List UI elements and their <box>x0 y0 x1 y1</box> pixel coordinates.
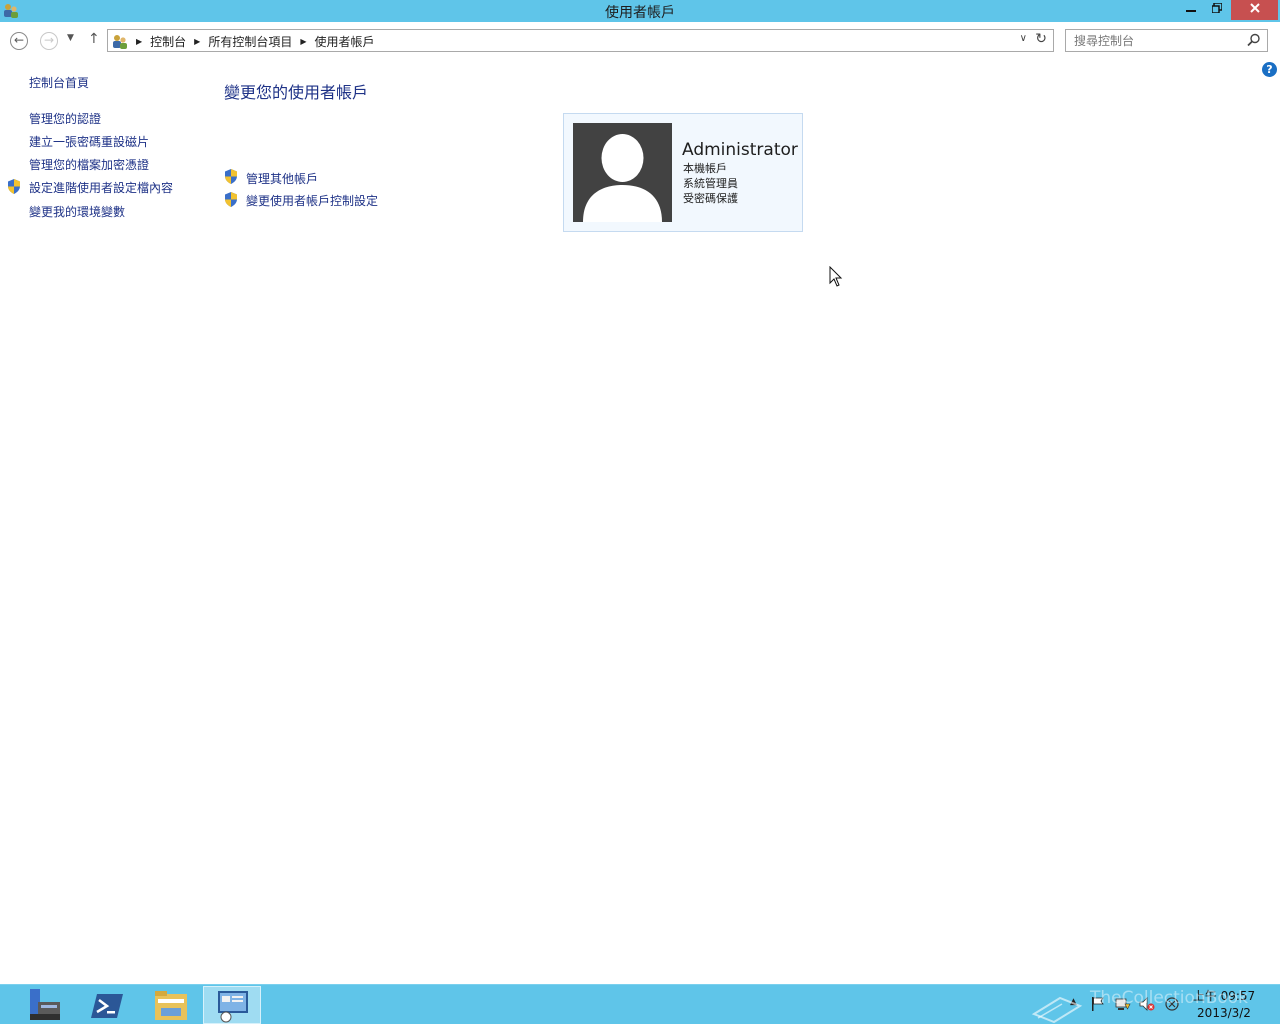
minimize-button[interactable] <box>1178 0 1204 20</box>
control-panel-icon <box>218 991 248 1023</box>
powershell-icon <box>91 994 123 1018</box>
uac-shield-icon <box>8 179 20 194</box>
breadcrumb: ▶ 控制台 ▶ 所有控制台項目 ▶ 使用者帳戶 <box>112 33 381 50</box>
account-role: 系統管理員 <box>683 177 738 190</box>
uac-shield-icon <box>225 192 237 207</box>
taskbar: ▲ 上午 09:57 2013/3/2 <box>0 984 1280 1024</box>
avatar[interactable] <box>573 123 672 222</box>
address-dropdown-icon[interactable]: ∨ <box>1020 33 1027 44</box>
recent-locations-button[interactable]: ▼ <box>67 33 74 43</box>
refresh-icon[interactable]: ↻ <box>1035 31 1047 47</box>
control-panel-home-link[interactable]: 控制台首頁 <box>29 74 89 91</box>
close-icon <box>1249 3 1260 13</box>
taskbar-powershell[interactable] <box>79 986 137 1024</box>
breadcrumb-control-panel[interactable]: 控制台 <box>150 33 186 50</box>
control-panel-icon <box>113 35 127 49</box>
search-box[interactable] <box>1065 29 1268 52</box>
account-password-status: 受密碼保護 <box>683 192 738 205</box>
file-explorer-icon <box>155 991 187 1020</box>
breadcrumb-all-items[interactable]: 所有控制台項目 <box>208 33 292 50</box>
search-input[interactable] <box>1066 30 1244 51</box>
taskbar-server-manager[interactable] <box>14 986 72 1024</box>
navigation-bar: ← → ▼ ↑ ▶ 控制台 ▶ 所有控制台項目 ▶ 使用者帳戶 ∨ ↻ <box>0 22 1280 58</box>
manage-encryption-certificates-link[interactable]: 管理您的檔案加密憑證 <box>29 156 149 173</box>
page-title: 變更您的使用者帳戶 <box>224 83 369 102</box>
up-button[interactable]: ↑ <box>88 31 100 47</box>
restore-button[interactable] <box>1204 0 1230 20</box>
window-title: 使用者帳戶 <box>605 5 675 21</box>
chevron-down-icon: ▼ <box>67 33 74 43</box>
account-card[interactable]: Administrator 本機帳戶 系統管理員 受密碼保護 <box>563 113 803 232</box>
show-hidden-icons-button[interactable]: ▲ <box>1070 997 1077 1007</box>
uac-shield-icon <box>225 169 237 184</box>
change-environment-variables-link[interactable]: 變更我的環境變數 <box>29 203 125 220</box>
up-arrow-icon: ↑ <box>88 31 100 47</box>
account-type: 本機帳戶 <box>683 162 727 175</box>
mouse-pointer-icon <box>829 266 843 287</box>
user-silhouette-icon <box>583 134 662 222</box>
taskbar-control-panel[interactable] <box>203 986 261 1024</box>
server-manager-icon <box>30 989 60 1020</box>
chevron-right-icon[interactable]: ▶ <box>136 37 142 46</box>
chevron-right-icon[interactable]: ▶ <box>300 37 306 46</box>
back-arrow-icon: ← <box>13 33 25 47</box>
manage-credentials-link[interactable]: 管理您的認證 <box>29 110 101 127</box>
breadcrumb-user-accounts[interactable]: 使用者帳戶 <box>315 33 375 50</box>
title-bar[interactable]: 使用者帳戶 <box>0 0 1280 22</box>
search-icon[interactable] <box>1247 33 1261 47</box>
chevron-right-icon[interactable]: ▶ <box>194 37 200 46</box>
address-bar[interactable]: ▶ 控制台 ▶ 所有控制台項目 ▶ 使用者帳戶 ∨ ↻ <box>107 29 1054 52</box>
restore-icon <box>1211 2 1223 14</box>
advanced-profile-properties-link[interactable]: 設定進階使用者設定檔內容 <box>29 179 173 196</box>
change-uac-settings-link[interactable]: 變更使用者帳戶控制設定 <box>246 192 378 209</box>
back-button[interactable]: ← <box>10 32 28 50</box>
help-icon[interactable]: ? <box>1262 62 1277 77</box>
manage-other-accounts-link[interactable]: 管理其他帳戶 <box>246 170 318 187</box>
minimize-icon <box>1186 10 1196 12</box>
taskbar-file-explorer[interactable] <box>141 986 199 1024</box>
close-button[interactable] <box>1231 0 1278 20</box>
account-name: Administrator <box>682 140 798 160</box>
forward-arrow-icon: → <box>43 33 55 47</box>
create-password-reset-disk-link[interactable]: 建立一張密碼重設磁片 <box>29 133 149 150</box>
forward-button[interactable]: → <box>40 32 58 50</box>
watermark-text: TheCollectionBook <box>1090 988 1249 1008</box>
